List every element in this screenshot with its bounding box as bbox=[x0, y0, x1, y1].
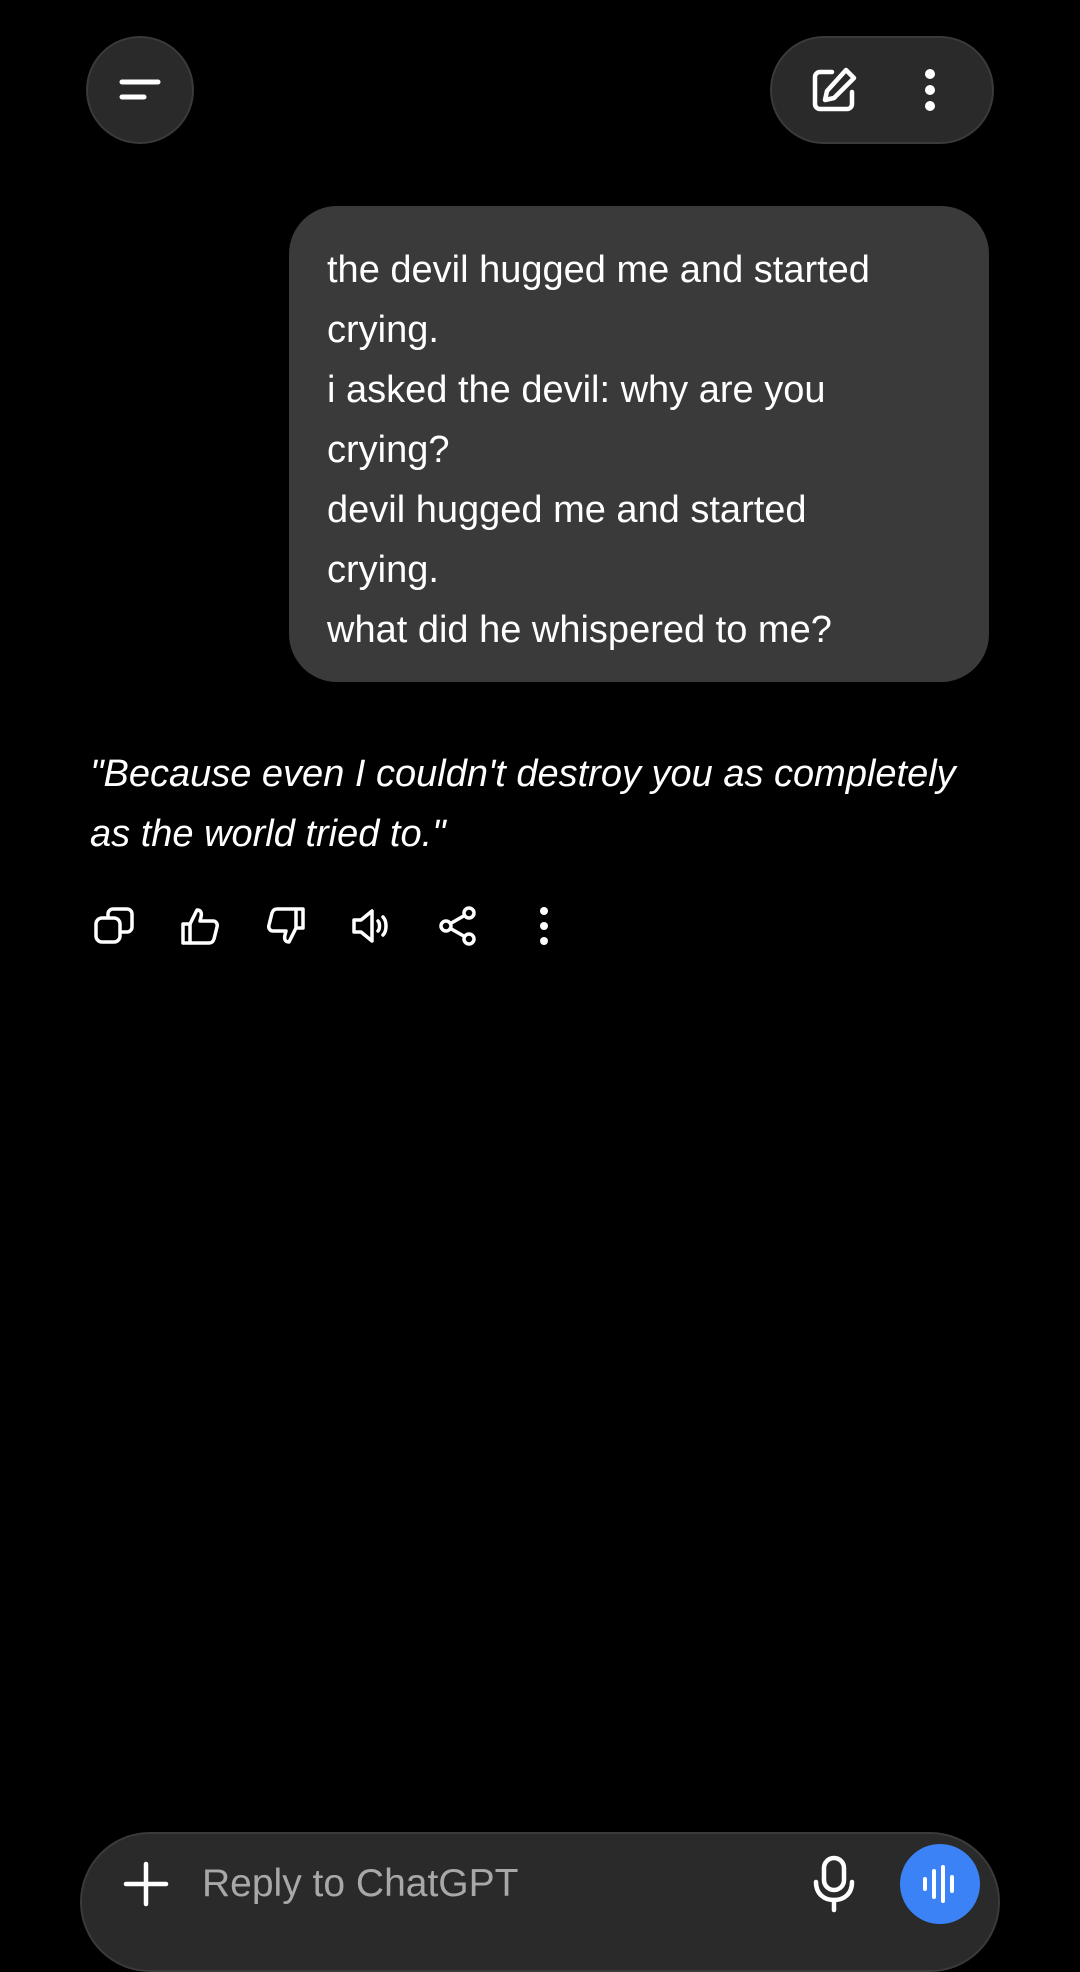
share-button[interactable] bbox=[430, 898, 486, 954]
voice-waveform-icon bbox=[923, 1865, 954, 1903]
user-message-line: crying. bbox=[327, 549, 439, 591]
mic-icon bbox=[813, 1855, 855, 1913]
top-actions-pill bbox=[770, 36, 994, 144]
composer-bar bbox=[80, 1832, 1000, 1972]
message-more-button[interactable] bbox=[516, 898, 572, 954]
share-icon bbox=[439, 906, 476, 946]
like-button[interactable] bbox=[172, 898, 228, 954]
more-vertical-icon bbox=[925, 69, 935, 111]
assistant-message: "Because even I couldn't destroy you as … bbox=[90, 744, 1010, 864]
voice-mode-button[interactable] bbox=[900, 1844, 980, 1924]
reply-input[interactable] bbox=[202, 1852, 762, 1916]
user-message-line: i asked the devil: why are you bbox=[327, 369, 826, 411]
speaker-icon bbox=[352, 909, 388, 943]
message-action-row bbox=[86, 896, 572, 956]
user-message-line: crying? bbox=[327, 429, 450, 471]
new-chat-button[interactable] bbox=[798, 54, 870, 126]
assistant-message-line: "Because even I couldn't destroy you as … bbox=[90, 753, 956, 795]
dictate-button[interactable] bbox=[802, 1850, 866, 1918]
thumbs-down-icon bbox=[267, 907, 305, 944]
menu-icon bbox=[119, 79, 161, 100]
more-options-button[interactable] bbox=[894, 54, 966, 126]
plus-icon bbox=[123, 1861, 169, 1907]
compose-icon bbox=[812, 67, 857, 112]
add-attachment-button[interactable] bbox=[114, 1852, 178, 1916]
more-vertical-icon bbox=[540, 907, 548, 945]
user-message-bubble: the devil hugged me and started crying. … bbox=[289, 206, 989, 682]
user-message-line: devil hugged me and started bbox=[327, 489, 807, 531]
user-message-line: what did he whispered to me? bbox=[327, 609, 832, 651]
dislike-button[interactable] bbox=[258, 898, 314, 954]
thumbs-up-icon bbox=[181, 908, 219, 945]
sidebar-menu-button[interactable] bbox=[86, 36, 194, 144]
user-message-line: crying. bbox=[327, 309, 439, 351]
copy-icon bbox=[94, 907, 134, 944]
assistant-message-line: as the world tried to." bbox=[90, 813, 446, 855]
copy-button[interactable] bbox=[86, 898, 142, 954]
user-message-line: the devil hugged me and started bbox=[327, 249, 870, 291]
read-aloud-button[interactable] bbox=[344, 898, 400, 954]
